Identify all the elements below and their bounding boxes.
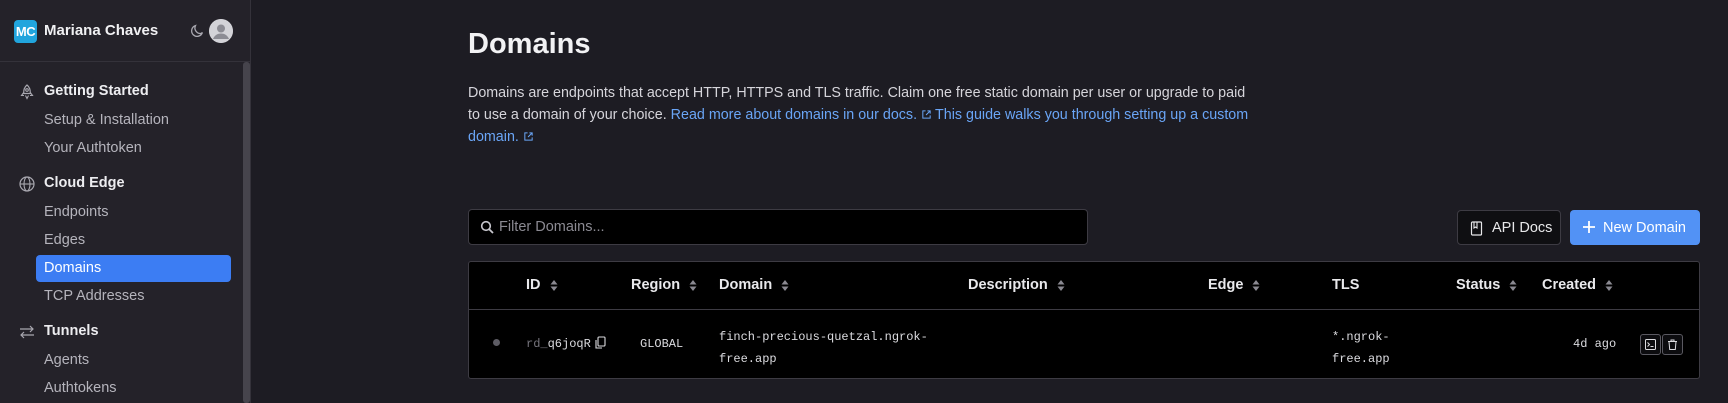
- domain-line: free.app: [719, 352, 777, 366]
- sidebar-item-edges[interactable]: Edges: [36, 227, 231, 254]
- new-domain-button[interactable]: New Domain: [1570, 210, 1700, 245]
- column-label: Edge: [1208, 277, 1244, 293]
- sidebar-item-tcp-addresses[interactable]: TCP Addresses: [36, 283, 231, 310]
- account-name[interactable]: Mariana Chaves: [44, 22, 158, 39]
- column-label: Created: [1542, 277, 1596, 293]
- sidebar-item-setup[interactable]: Setup & Installation: [36, 107, 231, 134]
- sidebar-item-domains[interactable]: Domains: [36, 255, 231, 282]
- trash-icon: [1668, 339, 1677, 350]
- region-cell: GLOBAL: [640, 337, 684, 351]
- sort-icon: [1605, 279, 1613, 291]
- column-header-tls: TLS: [1332, 277, 1359, 293]
- section-title: Tunnels: [44, 323, 99, 339]
- profile-avatar[interactable]: [209, 19, 233, 43]
- user-header: MC Mariana Chaves: [0, 0, 251, 62]
- domain-line: finch-precious-quetzal.ngrok-: [719, 330, 928, 344]
- section-cloud-edge[interactable]: Cloud Edge: [0, 172, 240, 196]
- column-header-id[interactable]: ID: [526, 277, 558, 293]
- account-avatar[interactable]: MC: [14, 20, 37, 43]
- terminal-button[interactable]: [1640, 334, 1661, 355]
- tls-line: *.ngrok-: [1332, 330, 1390, 344]
- column-label: Status: [1456, 277, 1501, 293]
- external-link-icon: [524, 132, 533, 141]
- sidebar: MC Mariana Chaves Getting Started Setup …: [0, 0, 251, 403]
- delete-button[interactable]: [1662, 334, 1683, 355]
- filter-domains-field[interactable]: [468, 209, 1088, 245]
- domain-id[interactable]: rd_q6joqR: [526, 337, 591, 351]
- sort-icon: [1057, 279, 1065, 291]
- sort-icon: [1509, 279, 1517, 291]
- tls-line: free.app: [1332, 352, 1390, 366]
- moon-icon[interactable]: [190, 22, 206, 38]
- book-icon: [1470, 221, 1483, 236]
- sort-icon: [1252, 279, 1260, 291]
- api-docs-label: API Docs: [1492, 219, 1553, 236]
- sidebar-item-your-authtoken[interactable]: Your Authtoken: [36, 135, 231, 162]
- domains-table: ID Region Domain Description Edge TLS St…: [468, 261, 1700, 379]
- arrows-left-right-icon: [20, 325, 34, 339]
- column-header-status[interactable]: Status: [1456, 277, 1517, 293]
- sort-icon: [781, 279, 789, 291]
- terminal-icon: [1645, 339, 1656, 350]
- status-dot: [493, 339, 500, 346]
- column-label: Description: [968, 277, 1048, 293]
- column-header-edge[interactable]: Edge: [1208, 277, 1260, 293]
- page-title: Domains: [468, 28, 591, 60]
- created-cell: 4d ago: [1573, 337, 1617, 351]
- search-icon: [480, 220, 494, 234]
- section-getting-started[interactable]: Getting Started: [0, 80, 240, 104]
- column-label: TLS: [1332, 277, 1360, 293]
- tls-cell: *.ngrok- free.app: [1332, 326, 1390, 370]
- column-header-domain[interactable]: Domain: [719, 277, 789, 293]
- sidebar-item-agents[interactable]: Agents: [36, 347, 231, 374]
- column-label: Region: [631, 277, 681, 293]
- column-header-description[interactable]: Description: [968, 277, 1065, 293]
- page-description: Domains are endpoints that accept HTTP, …: [468, 82, 1258, 148]
- globe-icon: [19, 176, 35, 192]
- sidebar-item-authtokens[interactable]: Authtokens: [36, 375, 231, 402]
- sidebar-scrollbar[interactable]: [243, 62, 250, 403]
- section-tunnels[interactable]: Tunnels: [0, 320, 240, 344]
- column-label: Domain: [719, 277, 773, 293]
- sidebar-item-endpoints[interactable]: Endpoints: [36, 199, 231, 226]
- plus-icon: [1583, 221, 1595, 233]
- docs-link[interactable]: Read more about domains in our docs.: [671, 107, 917, 123]
- filter-domains-input[interactable]: [499, 210, 1079, 244]
- column-label: ID: [526, 277, 541, 293]
- table-header-divider: [469, 309, 1699, 310]
- api-docs-button[interactable]: API Docs: [1457, 210, 1561, 245]
- external-link-icon: [922, 110, 931, 119]
- column-header-region[interactable]: Region: [631, 277, 697, 293]
- sort-icon: [550, 279, 557, 291]
- id-prefix: rd_: [526, 337, 548, 351]
- section-title: Getting Started: [44, 83, 149, 99]
- new-domain-label: New Domain: [1603, 219, 1686, 236]
- column-header-created[interactable]: Created: [1542, 277, 1613, 293]
- domain-cell[interactable]: finch-precious-quetzal.ngrok- free.app: [719, 326, 928, 370]
- rocket-icon: [20, 84, 34, 100]
- section-title: Cloud Edge: [44, 175, 125, 191]
- sort-icon: [689, 279, 697, 291]
- id-suffix: q6joqR: [547, 337, 591, 351]
- copy-icon[interactable]: [595, 336, 606, 349]
